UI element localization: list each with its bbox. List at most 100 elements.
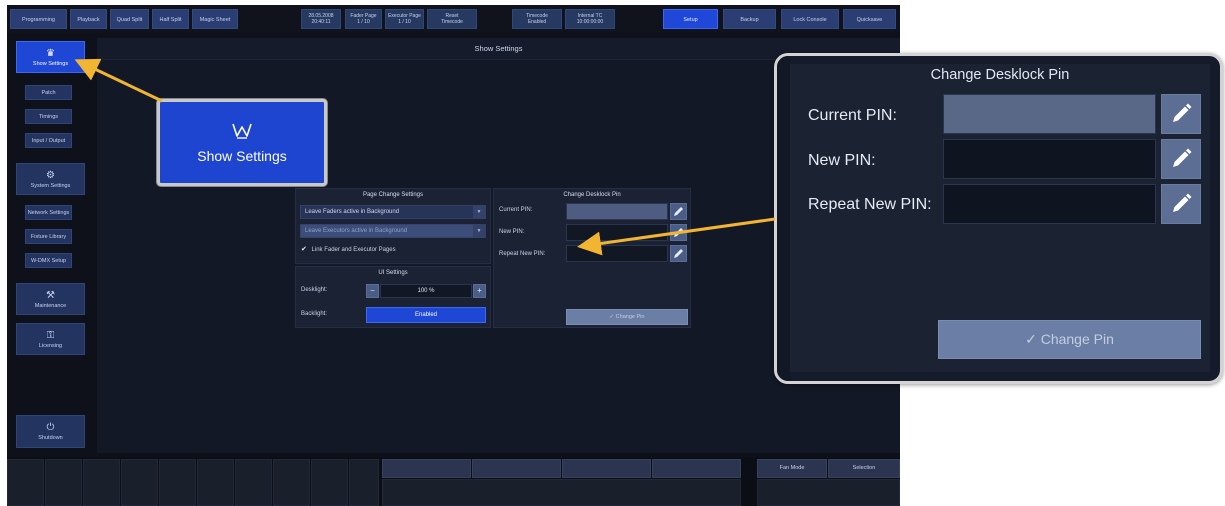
link-pages-checkbox[interactable]: ✔ Link Fader and Executor Pages bbox=[301, 245, 396, 253]
pencil-icon[interactable] bbox=[670, 245, 687, 262]
repeat-pin-field[interactable] bbox=[943, 184, 1156, 224]
executor-header-cell[interactable] bbox=[562, 459, 651, 478]
page-change-panel: Page Change Settings Leave Faders active… bbox=[295, 188, 491, 264]
panel-edge bbox=[777, 56, 790, 381]
sidebar-item-label: Maintenance bbox=[34, 302, 67, 309]
reset-timecode-label: Timecode bbox=[441, 19, 463, 25]
timecode-state: Enabled bbox=[527, 19, 547, 25]
desklock-title-small: Change Desklock Pin bbox=[563, 192, 621, 198]
desklight-value: 100 % bbox=[380, 284, 472, 298]
strip-cell[interactable] bbox=[121, 459, 158, 506]
zoomed-show-settings-label: Show Settings bbox=[197, 147, 287, 164]
sidebar-item-licensing[interactable]: ⚿ Licensing bbox=[16, 323, 85, 355]
current-pin-label-small: Current PIN: bbox=[499, 207, 533, 213]
sidebar-item-input-output[interactable]: Input / Output bbox=[25, 133, 72, 148]
playback-strip: Fan Mode Selection bbox=[7, 457, 900, 506]
new-pin-field-small[interactable] bbox=[566, 224, 668, 241]
pencil-icon[interactable] bbox=[670, 224, 687, 241]
sidebar-item-label: Show Settings bbox=[32, 60, 69, 67]
tab-programming[interactable]: Programming bbox=[10, 9, 67, 29]
executors-option-text: Leave Executors active in Background bbox=[305, 228, 408, 234]
link-pages-label: Link Fader and Executor Pages bbox=[311, 247, 396, 253]
strip-cell[interactable] bbox=[235, 459, 272, 506]
backup-button[interactable]: Backup bbox=[723, 9, 776, 29]
tab-magic-sheet[interactable]: Magic Sheet bbox=[192, 9, 238, 29]
strip-cell[interactable] bbox=[45, 459, 82, 506]
zoomed-show-settings-button[interactable]: Show Settings bbox=[157, 99, 327, 186]
tab-quad-split[interactable]: Quad Split bbox=[110, 9, 149, 29]
executor-header-cell[interactable] bbox=[652, 459, 741, 478]
settings-sidebar: ♛ Show Settings Patch Timings Input / Ou… bbox=[7, 38, 97, 453]
current-pin-field[interactable] bbox=[943, 94, 1156, 134]
shutdown-label: Shutdown bbox=[38, 435, 63, 441]
dropdown-arrow-icon: ▼ bbox=[473, 206, 485, 218]
current-pin-label: Current PIN: bbox=[808, 107, 897, 124]
strip-cell[interactable] bbox=[7, 459, 44, 506]
strip-cell[interactable] bbox=[273, 459, 310, 506]
strip-cell[interactable] bbox=[159, 459, 196, 506]
strip-cell[interactable] bbox=[311, 459, 348, 506]
setup-button[interactable]: Setup bbox=[663, 9, 718, 29]
dropdown-arrow-icon: ▼ bbox=[473, 225, 485, 237]
change-pin-button[interactable]: ✓ Change Pin bbox=[938, 320, 1201, 359]
strip-cell[interactable] bbox=[349, 459, 379, 506]
timecode-toggle[interactable]: Timecode Enabled bbox=[512, 9, 562, 29]
reset-timecode-button[interactable]: Reset Timecode bbox=[427, 9, 477, 29]
gears-icon: ⚙ bbox=[46, 169, 55, 181]
sidebar-item-fixture-library[interactable]: Fixture Library bbox=[25, 229, 72, 244]
lock-console-button[interactable]: Lock Console bbox=[781, 9, 839, 29]
tab-half-split[interactable]: Half Split bbox=[152, 9, 189, 29]
faders-background-dropdown[interactable]: Leave Faders active in Background ▼ bbox=[300, 205, 486, 219]
selection-button[interactable]: Selection bbox=[828, 459, 900, 478]
pencil-icon[interactable] bbox=[1161, 139, 1201, 179]
repeat-pin-label: Repeat New PIN: bbox=[808, 196, 932, 213]
desklight-increase-button[interactable]: + bbox=[473, 284, 486, 298]
tab-playback[interactable]: Playback bbox=[70, 9, 107, 29]
fader-page-button[interactable]: Fader Page 1 / 10 bbox=[345, 9, 382, 29]
desklight-decrease-button[interactable]: − bbox=[366, 284, 379, 298]
internal-tc-value: 10:00:00:00 bbox=[576, 19, 604, 25]
console-screen: Programming Playback Quad Split Half Spl… bbox=[7, 5, 900, 506]
check-icon: ✔ bbox=[301, 246, 307, 253]
zoomed-desklock-panel: Change Desklock Pin Current PIN: New PIN… bbox=[774, 53, 1223, 384]
pencil-icon[interactable] bbox=[670, 203, 687, 220]
crown-icon: ♛ bbox=[46, 47, 55, 59]
fader-page-value: 1 / 10 bbox=[357, 19, 370, 25]
date-time-display: 28.05.2008 20:40:11 bbox=[301, 9, 341, 29]
desklock-title: Change Desklock Pin bbox=[930, 67, 1070, 83]
sidebar-item-patch[interactable]: Patch bbox=[25, 85, 72, 100]
quicksave-button[interactable]: Quicksave bbox=[843, 9, 896, 29]
sidebar-item-network-settings[interactable]: Network Settings bbox=[25, 205, 72, 220]
new-pin-field[interactable] bbox=[943, 139, 1156, 179]
top-toolbar: Programming Playback Quad Split Half Spl… bbox=[7, 5, 900, 33]
page-change-title: Page Change Settings bbox=[362, 192, 424, 198]
fan-mode-button[interactable]: Fan Mode bbox=[757, 459, 827, 478]
sidebar-item-label: System Settings bbox=[30, 182, 71, 189]
repeat-pin-label-small: Repeat New PIN: bbox=[499, 251, 546, 257]
executor-page-value: 1 / 10 bbox=[398, 19, 411, 25]
sidebar-item-timings[interactable]: Timings bbox=[25, 109, 72, 124]
repeat-pin-field-small[interactable] bbox=[566, 245, 668, 262]
new-pin-label: New PIN: bbox=[808, 152, 876, 169]
executor-header-cell[interactable] bbox=[382, 459, 471, 478]
change-pin-button-small[interactable]: ✓ Change Pin bbox=[566, 309, 688, 325]
sidebar-item-maintenance[interactable]: ⚒ Maintenance bbox=[16, 283, 85, 315]
sidebar-item-label: Licensing bbox=[38, 342, 63, 349]
key-icon: ⚿ bbox=[46, 329, 55, 341]
sidebar-item-show-settings[interactable]: ♛ Show Settings bbox=[16, 41, 85, 73]
current-pin-field-small[interactable] bbox=[566, 203, 668, 220]
power-icon: ⏻ bbox=[46, 422, 55, 433]
executor-row[interactable] bbox=[382, 479, 741, 506]
strip-cell[interactable] bbox=[197, 459, 234, 506]
pencil-icon[interactable] bbox=[1161, 184, 1201, 224]
shutdown-button[interactable]: ⏻ Shutdown bbox=[16, 415, 85, 448]
pencil-icon[interactable] bbox=[1161, 94, 1201, 134]
strip-cell[interactable] bbox=[83, 459, 120, 506]
sidebar-item-system-settings[interactable]: ⚙ System Settings bbox=[16, 163, 85, 195]
backlight-toggle[interactable]: Enabled bbox=[366, 307, 486, 323]
executor-page-button[interactable]: Executor Page 1 / 10 bbox=[385, 9, 424, 29]
executor-header-cell[interactable] bbox=[472, 459, 561, 478]
mode-row[interactable] bbox=[757, 479, 900, 506]
sidebar-item-w-dmx-setup[interactable]: W-DMX Setup bbox=[25, 253, 72, 268]
executors-background-dropdown[interactable]: Leave Executors active in Background ▼ bbox=[300, 224, 486, 238]
